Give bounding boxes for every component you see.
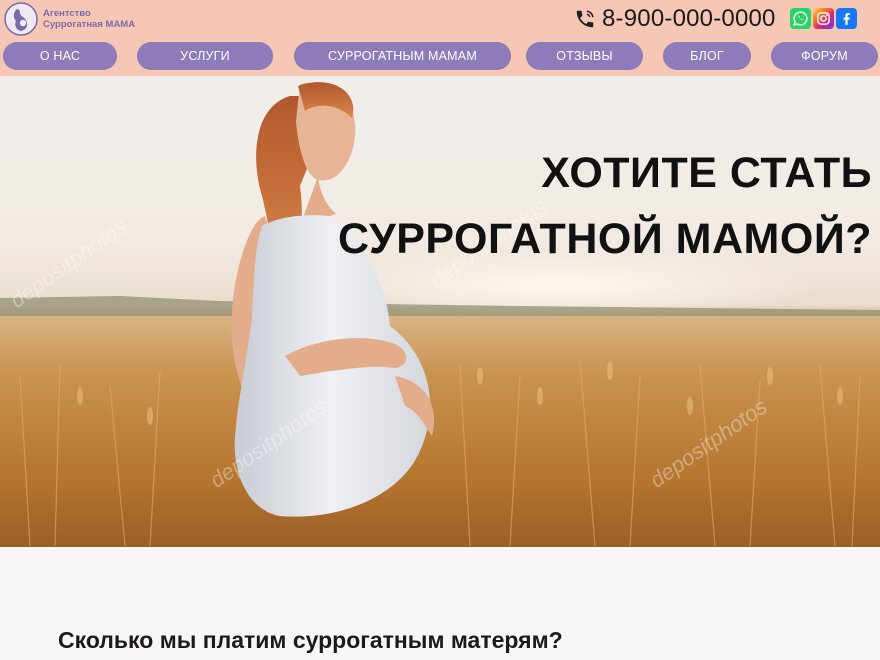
logo-emblem-icon [4, 2, 38, 36]
phone-icon [576, 10, 594, 28]
facebook-icon[interactable] [836, 8, 857, 29]
main-navigation: О НАС УСЛУГИ СУРРОГАТНЫМ МАМАМ ОТЗЫВЫ БЛ… [0, 42, 880, 70]
phone-number[interactable]: 8-900-000-0000 [602, 5, 776, 33]
section-heading: Сколько мы платим суррогатным матерям? [58, 627, 563, 653]
instagram-icon[interactable] [813, 8, 834, 29]
logo-line-1: Агентство [43, 8, 91, 19]
logo-text: Агентство Суррогатная МАМА [43, 8, 135, 30]
agency-logo[interactable]: Агентство Суррогатная МАМА [4, 2, 144, 36]
nav-item-reviews[interactable]: ОТЗЫВЫ [526, 42, 643, 70]
payment-section: Сколько мы платим суррогатным матерям? [0, 547, 880, 660]
phone-contact[interactable]: 8-900-000-0000 [574, 5, 776, 33]
logo-line-2: Суррогатная МАМА [43, 19, 136, 30]
nav-item-services[interactable]: УСЛУГИ [137, 42, 273, 70]
social-links [790, 8, 857, 29]
nav-item-blog[interactable]: БЛОГ [663, 42, 751, 70]
nav-item-about[interactable]: О НАС [3, 42, 117, 70]
hero-title-line-2: СУРРОГАТНОЙ МАМОЙ? [338, 215, 872, 263]
hero-title: ХОТИТЕ СТАТЬ СУРРОГАТНОЙ МАМОЙ? [338, 140, 872, 272]
hero-title-line-1: ХОТИТЕ СТАТЬ [541, 149, 872, 197]
nav-item-forum[interactable]: ФОРУМ [771, 42, 878, 70]
whatsapp-icon[interactable] [790, 8, 811, 29]
hero-banner: depositphotos depositphotos depositphoto… [0, 76, 880, 547]
nav-item-surrogate-mothers[interactable]: СУРРОГАТНЫМ МАМАМ [294, 42, 511, 70]
site-header: Агентство Суррогатная МАМА 8-900-000-000… [0, 0, 880, 76]
